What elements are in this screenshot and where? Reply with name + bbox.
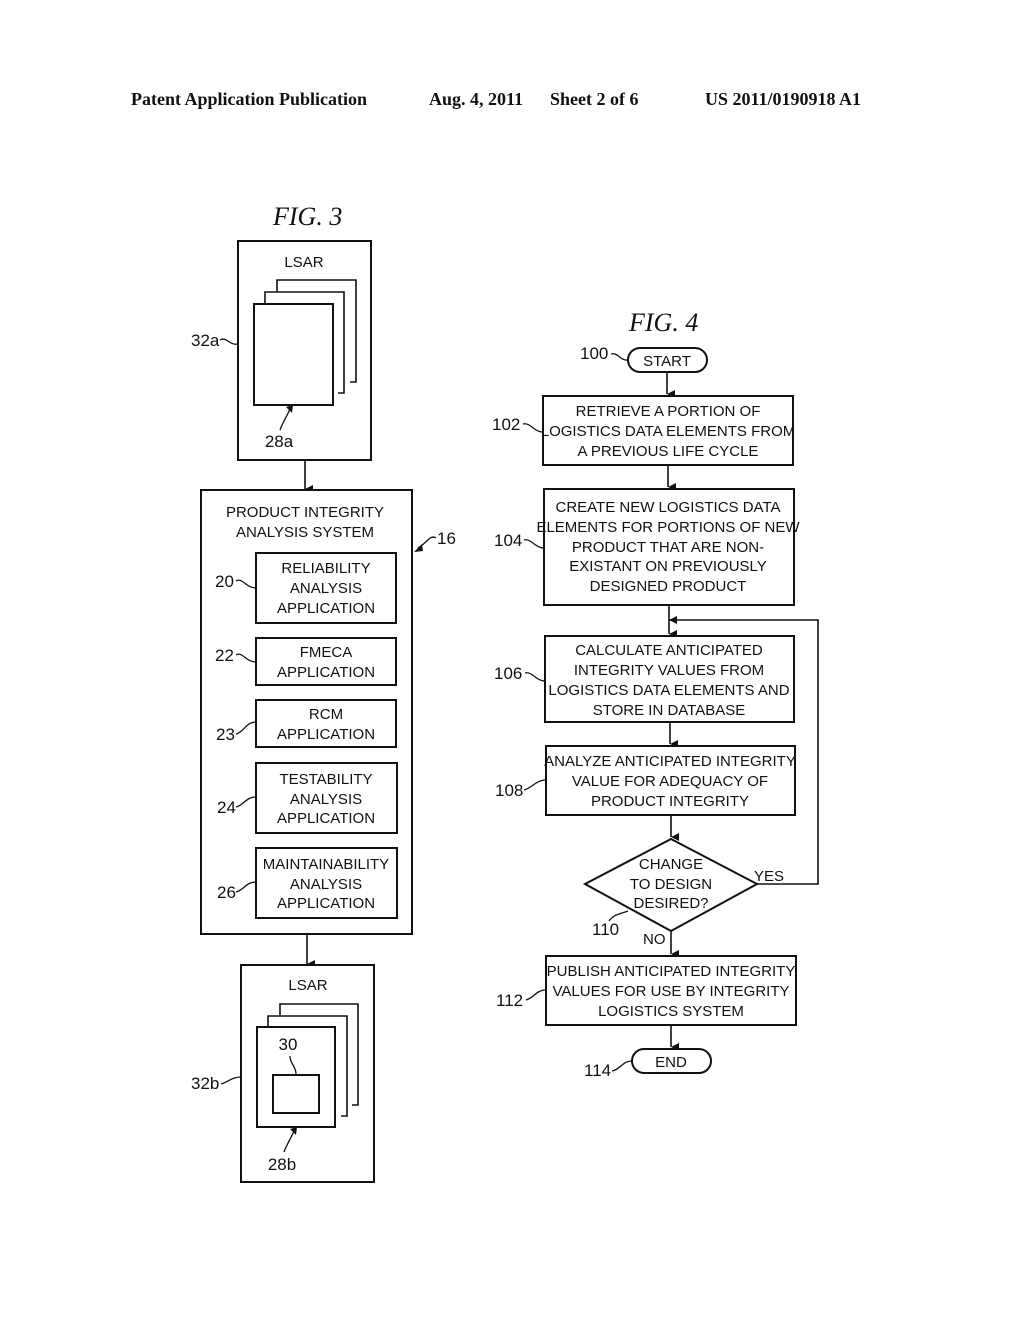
- lsar-top-block: LSAR 28a 32a: [191, 240, 372, 461]
- start-label: START: [643, 353, 691, 370]
- leader-108: [523, 779, 547, 791]
- leader-100: [610, 353, 629, 361]
- step104-line4: EXISTANT ON PREVIOUSLY: [569, 558, 767, 575]
- diagram-canvas: LSAR 28a 32a PRODUCT INTEGRITY ANALYSIS …: [191, 240, 819, 1183]
- decision-line3: DESIRED?: [633, 895, 708, 912]
- leader-106: [524, 672, 546, 682]
- lsar-bottom-label: LSAR: [288, 977, 327, 994]
- ref-110: 110: [592, 920, 619, 939]
- decision-line1: CHANGE: [639, 856, 703, 873]
- ref-22: 22: [215, 646, 234, 665]
- app24-line1: TESTABILITY: [279, 771, 372, 788]
- ref-100: 100: [580, 344, 608, 363]
- step-108: ANALYZE ANTICIPATED INTEGRITY VALUE FOR …: [495, 745, 796, 816]
- app24-line2: ANALYSIS: [290, 791, 362, 808]
- yes-label: YES: [754, 868, 784, 885]
- ref-16: 16: [437, 529, 456, 548]
- ref-108: 108: [495, 781, 523, 800]
- flow-end: END 114: [584, 1048, 712, 1080]
- lsar-bottom-block: LSAR 30 28b 32b: [191, 964, 375, 1183]
- step-104: CREATE NEW LOGISTICS DATA ELEMENTS FOR P…: [494, 488, 800, 606]
- step102-line1: RETRIEVE A PORTION OF: [576, 403, 761, 420]
- app26-line2: ANALYSIS: [290, 876, 362, 893]
- leader-114: [611, 1060, 633, 1072]
- app22-line1: FMECA: [300, 644, 353, 661]
- step104-line5: DESIGNED PRODUCT: [590, 578, 747, 595]
- app24-line3: APPLICATION: [277, 810, 375, 827]
- step102-line3: A PREVIOUS LIFE CYCLE: [578, 443, 759, 460]
- leader-112: [525, 989, 547, 1001]
- step106-line2: INTEGRITY VALUES FROM: [574, 662, 764, 679]
- leader-32a: [219, 338, 239, 345]
- step104-line1: CREATE NEW LOGISTICS DATA: [555, 499, 780, 516]
- ref-114: 114: [584, 1061, 611, 1080]
- app20-line2: ANALYSIS: [290, 580, 362, 597]
- ref-24: 24: [217, 798, 236, 817]
- product-integrity-analysis-system: PRODUCT INTEGRITY ANALYSIS SYSTEM 16 REL…: [200, 489, 456, 935]
- ref-106: 106: [494, 664, 522, 683]
- step112-line2: VALUES FOR USE BY INTEGRITY: [553, 983, 790, 1000]
- app26-line1: MAINTAINABILITY: [263, 856, 389, 873]
- step108-line3: PRODUCT INTEGRITY: [591, 793, 749, 810]
- step112-line1: PUBLISH ANTICIPATED INTEGRITY: [547, 963, 796, 980]
- ref-23: 23: [216, 725, 235, 744]
- app20-line3: APPLICATION: [277, 600, 375, 617]
- app20-line1: RELIABILITY: [281, 560, 370, 577]
- step-102: RETRIEVE A PORTION OF LOGISTICS DATA ELE…: [492, 395, 795, 466]
- decision-line2: TO DESIGN: [630, 876, 712, 893]
- step104-line3: PRODUCT THAT ARE NON-: [572, 539, 764, 556]
- ref-30: 30: [279, 1035, 298, 1054]
- ref-32b: 32b: [191, 1074, 219, 1093]
- element-30: [272, 1074, 320, 1114]
- lsar-top-label: LSAR: [284, 254, 323, 271]
- step102-line2: LOGISTICS DATA ELEMENTS FROM: [541, 423, 795, 440]
- ref-28a: 28a: [265, 432, 294, 451]
- ref-102: 102: [492, 415, 520, 434]
- step106-line1: CALCULATE ANTICIPATED: [575, 642, 763, 659]
- step106-line3: LOGISTICS DATA ELEMENTS AND: [548, 682, 789, 699]
- ref-32a: 32a: [191, 331, 220, 350]
- step106-line4: STORE IN DATABASE: [593, 702, 746, 719]
- leader-104: [523, 539, 545, 549]
- ref-104: 104: [494, 531, 522, 550]
- step-112: PUBLISH ANTICIPATED INTEGRITY VALUES FOR…: [496, 955, 797, 1026]
- app22-line2: APPLICATION: [277, 664, 375, 681]
- app26-line3: APPLICATION: [277, 895, 375, 912]
- step112-line3: LOGISTICS SYSTEM: [598, 1003, 744, 1020]
- no-label: NO: [643, 931, 666, 948]
- step108-line1: ANALYZE ANTICIPATED INTEGRITY: [544, 753, 796, 770]
- ref-28b: 28b: [268, 1155, 296, 1174]
- app23-line1: RCM: [309, 706, 343, 723]
- step108-line2: VALUE FOR ADEQUACY OF: [572, 773, 768, 790]
- leader-32b: [220, 1076, 242, 1085]
- ref-26: 26: [217, 883, 236, 902]
- step104-line2: ELEMENTS FOR PORTIONS OF NEW: [536, 519, 800, 536]
- ref-112: 112: [496, 991, 523, 1010]
- flow-start: START 100: [580, 344, 708, 373]
- ref-20: 20: [215, 572, 234, 591]
- system-title-line1: PRODUCT INTEGRITY: [226, 504, 384, 521]
- system-title-line2: ANALYSIS SYSTEM: [236, 524, 374, 541]
- end-label: END: [655, 1054, 687, 1071]
- step-106: CALCULATE ANTICIPATED INTEGRITY VALUES F…: [494, 635, 795, 723]
- document-28a: [253, 303, 334, 406]
- app23-line2: APPLICATION: [277, 726, 375, 743]
- decision-110: CHANGE TO DESIGN DESIRED? YES NO 110: [582, 837, 784, 948]
